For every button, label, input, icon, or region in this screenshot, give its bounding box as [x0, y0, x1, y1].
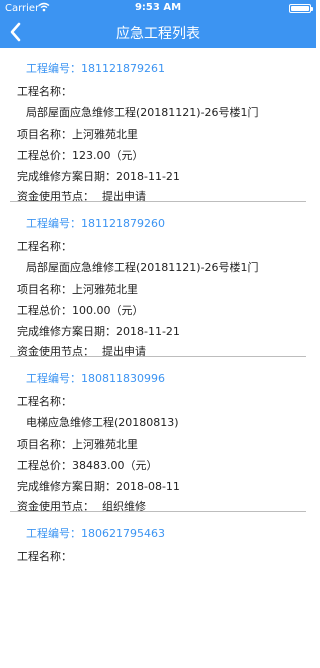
divider — [10, 511, 306, 512]
project-name: 局部屋面应急维修工程(20181121)-26号楼1门 — [26, 106, 259, 119]
status-bar: Carrier 9:53 AM — [0, 0, 316, 17]
total-price: 工程总价：38483.00（元） — [17, 459, 158, 472]
battery-icon — [289, 4, 313, 13]
project-code: 工程编号：181121879260 — [26, 217, 165, 230]
project-code: 工程编号：181121879261 — [26, 62, 165, 75]
divider — [10, 201, 306, 202]
page-title: 应急工程列表 — [116, 26, 200, 42]
total-price: 工程总价：123.00（元） — [17, 149, 144, 162]
project-name-label: 工程名称： — [17, 240, 72, 253]
project-code: 工程编号：180811830996 — [26, 372, 165, 385]
estate-name: 项目名称：上河雅苑北里 — [17, 128, 138, 141]
plan-date: 完成维修方案日期：2018-11-21 — [17, 325, 180, 338]
project-name-label: 工程名称： — [17, 395, 72, 408]
project-list: 工程编号：181121879261 工程名称： 局部屋面应急维修工程(20181… — [0, 48, 316, 668]
total-price: 工程总价：100.00（元） — [17, 304, 144, 317]
list-item[interactable]: 工程编号：181121879261 工程名称： 局部屋面应急维修工程(20181… — [0, 48, 316, 203]
list-item[interactable]: 工程编号：180811830996 工程名称： 电梯应急维修工程(2018081… — [0, 358, 316, 513]
list-item[interactable]: 工程编号：180621795463 工程名称： — [0, 513, 316, 668]
project-name: 电梯应急维修工程(20180813) — [26, 416, 179, 429]
nav-bar: 应急工程列表 — [0, 17, 316, 48]
list-item[interactable]: 工程编号：181121879260 工程名称： 局部屋面应急维修工程(20181… — [0, 203, 316, 358]
project-code: 工程编号：180621795463 — [26, 527, 165, 540]
clock: 9:53 AM — [134, 2, 182, 13]
plan-date: 完成维修方案日期：2018-11-21 — [17, 170, 180, 183]
project-name: 局部屋面应急维修工程(20181121)-26号楼1门 — [26, 261, 259, 274]
project-name-label: 工程名称： — [17, 85, 72, 98]
plan-date: 完成维修方案日期：2018-08-11 — [17, 480, 180, 493]
estate-name: 项目名称：上河雅苑北里 — [17, 283, 138, 296]
estate-name: 项目名称：上河雅苑北里 — [17, 438, 138, 451]
divider — [10, 356, 306, 357]
